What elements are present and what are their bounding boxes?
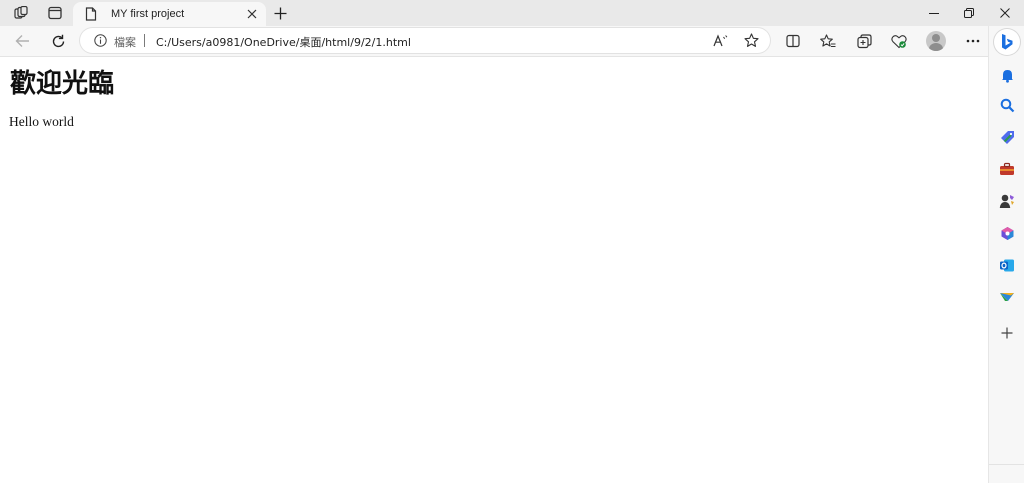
games-icon (999, 194, 1014, 208)
address-bar[interactable]: 檔案 C:/Users/a0981/OneDrive/桌面/html/9/2/1… (80, 28, 770, 53)
profile-avatar[interactable] (926, 31, 946, 51)
favorites-button[interactable] (815, 29, 841, 53)
read-aloud-button[interactable] (710, 30, 732, 51)
tab-title: MY first project (111, 8, 185, 20)
add-sidebar-app-button[interactable] (995, 321, 1019, 345)
page-paragraph: Hello world (9, 114, 74, 129)
add-favorite-button[interactable] (740, 30, 762, 51)
sidebar-divider (989, 464, 1024, 465)
minimize-icon (929, 13, 939, 14)
split-screen-button[interactable] (780, 29, 806, 53)
tab-close-button[interactable] (244, 6, 260, 22)
bing-copilot-button[interactable] (994, 29, 1020, 55)
workspaces-button[interactable] (4, 0, 38, 26)
collections-button[interactable] (851, 29, 877, 53)
info-icon[interactable] (93, 33, 107, 47)
collections-icon (856, 33, 872, 48)
browser-essentials-button[interactable] (886, 29, 912, 53)
restore-button[interactable] (951, 0, 987, 26)
shopping-tag-icon (1000, 130, 1014, 144)
search-icon (1000, 98, 1014, 112)
vertical-tabs-icon (48, 6, 62, 20)
favorites-icon (820, 33, 836, 47)
refresh-icon (52, 34, 64, 47)
address-scheme-label: 檔案 (114, 36, 136, 49)
address-separator (144, 34, 145, 47)
microsoft365-button[interactable] (995, 221, 1019, 245)
restore-icon (964, 8, 974, 18)
page-heading: 歡迎光臨 (10, 69, 115, 99)
split-screen-icon (786, 34, 800, 48)
minimize-button[interactable] (916, 0, 952, 26)
window-close-button[interactable] (987, 0, 1023, 26)
page-icon (83, 6, 99, 22)
tools-icon (1000, 162, 1014, 175)
search-button[interactable] (995, 93, 1019, 117)
new-tab-icon (274, 7, 286, 19)
page-content: 歡迎光臨 Hello world (0, 56, 988, 484)
more-button[interactable] (960, 29, 986, 53)
edge-sidebar (988, 26, 1024, 483)
notifications-button[interactable] (995, 63, 1019, 87)
workspaces-icon (14, 6, 28, 19)
read-aloud-icon (713, 33, 728, 46)
bing-copilot-icon (1002, 34, 1013, 50)
active-tab[interactable]: MY first project (73, 2, 266, 26)
shopping-button[interactable] (995, 125, 1019, 149)
window-close-icon (1000, 8, 1010, 18)
close-icon (247, 9, 257, 19)
address-url[interactable]: C:/Users/a0981/OneDrive/桌面/html/9/2/1.ht… (156, 34, 411, 50)
refresh-button[interactable] (45, 29, 71, 53)
tab-strip: MY first project (0, 0, 1024, 26)
tools-button[interactable] (995, 157, 1019, 181)
back-icon (15, 35, 29, 47)
browser-essentials-icon (891, 34, 907, 48)
outlook-icon (1000, 259, 1014, 271)
vertical-tabs-button[interactable] (38, 0, 72, 26)
bell-icon (1001, 69, 1013, 83)
more-icon (966, 39, 980, 43)
new-tab-button[interactable] (268, 1, 292, 25)
add-icon (1001, 327, 1013, 339)
drop-button[interactable] (995, 285, 1019, 309)
favorite-star-icon (743, 33, 759, 47)
toolbar: 檔案 C:/Users/a0981/OneDrive/桌面/html/9/2/1… (0, 26, 1024, 56)
back-button[interactable] (9, 29, 35, 53)
drop-icon (1000, 293, 1014, 301)
outlook-button[interactable] (995, 253, 1019, 277)
m365-icon (1001, 226, 1013, 240)
games-button[interactable] (995, 189, 1019, 213)
